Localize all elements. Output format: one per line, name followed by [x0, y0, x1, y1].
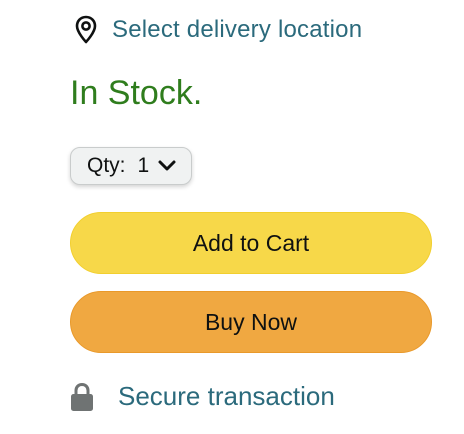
buy-box: Select delivery location In Stock. Qty: …	[0, 0, 464, 434]
location-pin-icon	[72, 14, 100, 46]
availability-status: In Stock.	[70, 74, 203, 112]
secure-transaction-link[interactable]: Secure transaction	[118, 381, 335, 412]
buy-now-button[interactable]: Buy Now	[70, 291, 432, 353]
quantity-dropdown[interactable]: Qty: 1	[70, 147, 192, 185]
quantity-label: Qty:	[87, 154, 126, 177]
delivery-location-label: Select delivery location	[112, 16, 363, 43]
lock-icon	[70, 380, 94, 412]
quantity-value: 1	[137, 154, 150, 177]
chevron-down-icon	[157, 159, 177, 173]
add-to-cart-button[interactable]: Add to Cart	[70, 212, 432, 274]
delivery-location-link[interactable]: Select delivery location	[72, 14, 362, 46]
secure-transaction: Secure transaction	[70, 380, 335, 412]
